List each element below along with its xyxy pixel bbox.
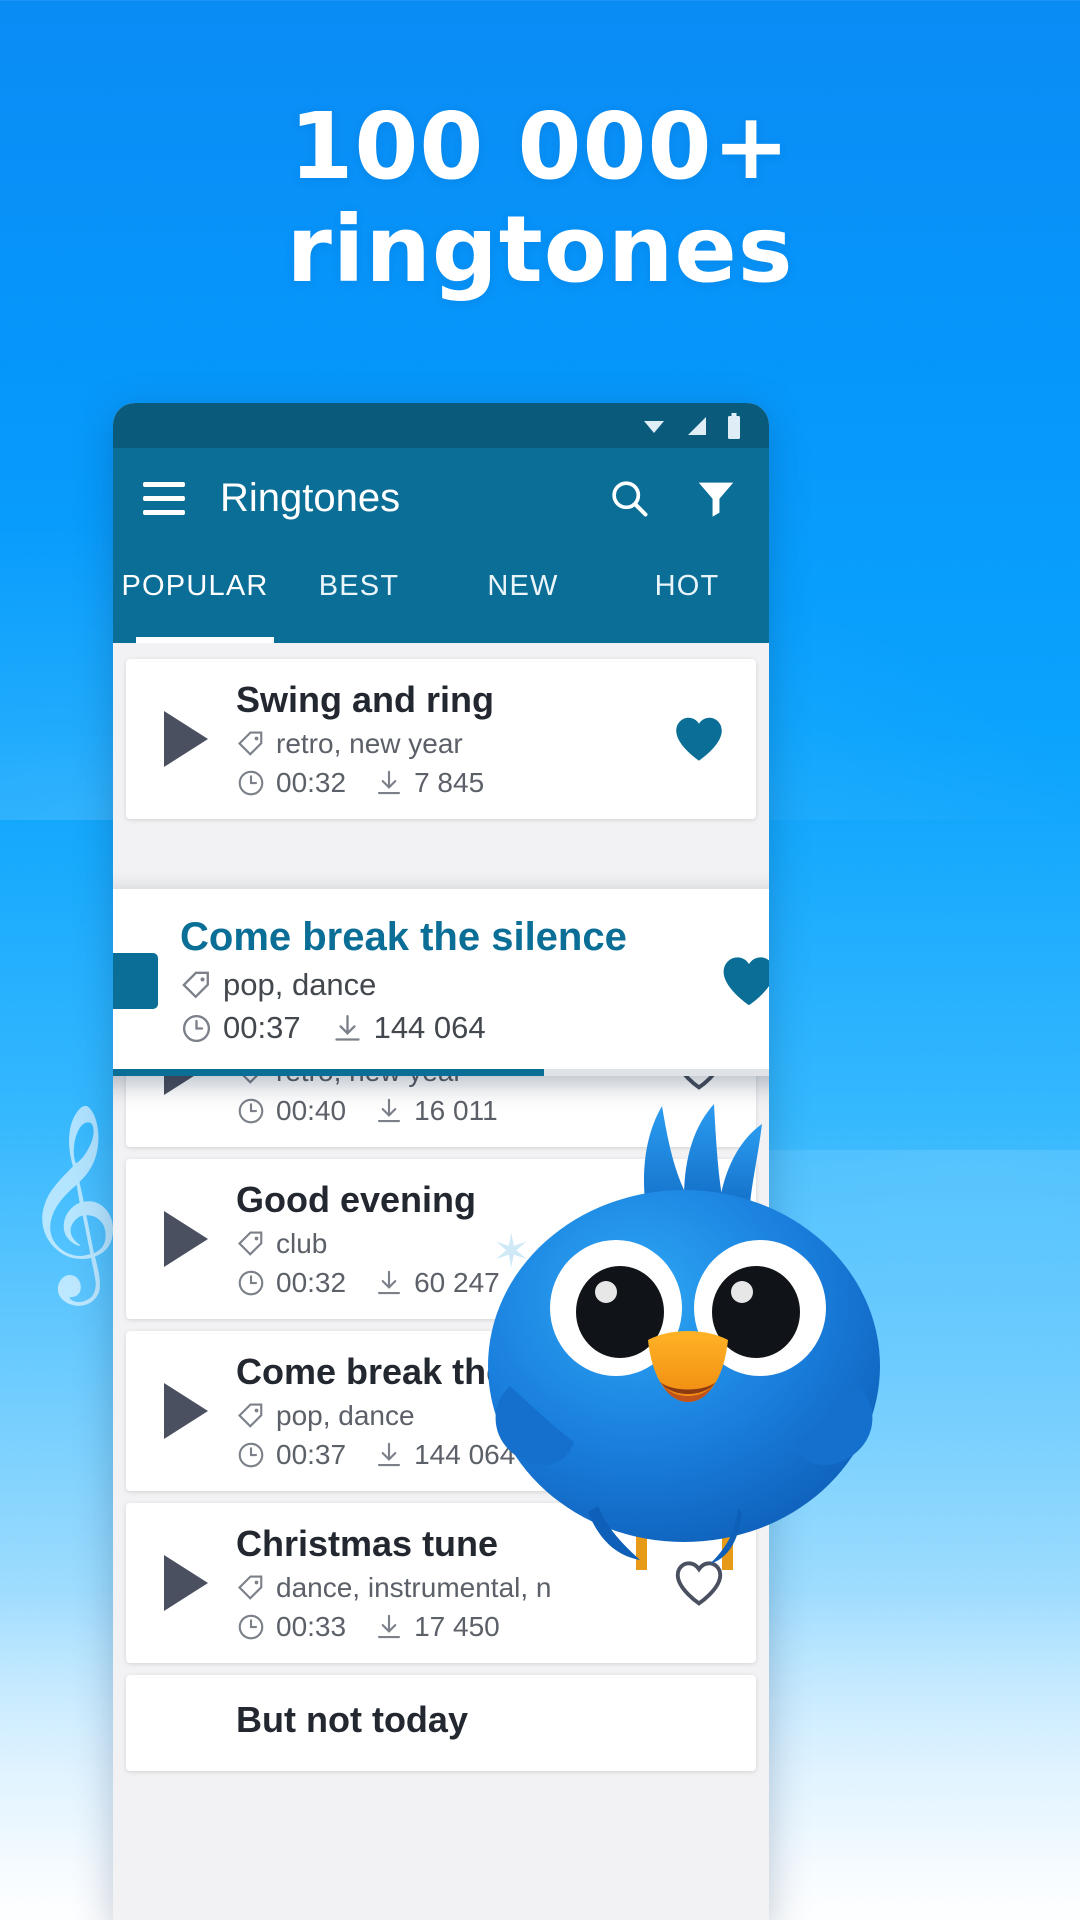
play-icon[interactable] bbox=[148, 1211, 224, 1267]
ringtone-duration: 00:32 bbox=[276, 1267, 347, 1298]
stop-icon[interactable] bbox=[113, 952, 168, 1009]
clock-icon bbox=[238, 1098, 264, 1124]
download-icon bbox=[378, 1270, 401, 1295]
ringtone-tags: dance, instrumental, n bbox=[276, 1572, 552, 1603]
featured-duration: 00:37 bbox=[223, 1010, 301, 1045]
heart-filled-icon[interactable] bbox=[664, 715, 734, 763]
tab-bar: POPULAR BEST NEW HOT bbox=[113, 548, 769, 643]
hamburger-menu-icon[interactable] bbox=[143, 481, 185, 515]
download-icon bbox=[378, 770, 401, 795]
signal-icon bbox=[688, 416, 706, 435]
tag-icon bbox=[182, 971, 209, 998]
clock-icon bbox=[238, 770, 264, 796]
download-icon bbox=[334, 1014, 360, 1041]
clock-icon bbox=[238, 1270, 264, 1296]
tab-new[interactable]: NEW bbox=[441, 548, 605, 603]
blue-bird-mascot bbox=[488, 1104, 880, 1570]
featured-stats-row: 00:37 144 064 bbox=[180, 1010, 714, 1046]
featured-title: Come break the silence bbox=[180, 915, 627, 959]
tab-best[interactable]: BEST bbox=[277, 548, 441, 603]
play-icon[interactable] bbox=[148, 1555, 224, 1611]
table-row[interactable]: Swing and ring retro, new year 00:32 7 8… bbox=[126, 659, 756, 819]
tags-row: dance, instrumental, n bbox=[236, 1572, 664, 1604]
tab-hot[interactable]: HOT bbox=[605, 548, 769, 603]
app-bar-actions bbox=[607, 475, 739, 521]
page-title: 100 000+ ringtones bbox=[0, 95, 1080, 301]
ringtone-duration: 00:40 bbox=[276, 1095, 347, 1126]
ringtone-duration: 00:33 bbox=[276, 1611, 347, 1642]
search-icon[interactable] bbox=[607, 476, 651, 520]
ringtone-tags: pop, dance bbox=[276, 1400, 415, 1431]
active-tab-indicator bbox=[135, 637, 274, 643]
headline-line-1: 100 000+ bbox=[289, 93, 791, 200]
ringtone-title: But not today bbox=[236, 1699, 468, 1740]
featured-tags-row: pop, dance bbox=[180, 967, 714, 1003]
clock-icon bbox=[182, 1014, 211, 1042]
clock-icon bbox=[238, 1614, 264, 1640]
row-info: But not today bbox=[224, 1699, 734, 1747]
treble-clef-watermark: 𝄞 bbox=[22, 1101, 122, 1297]
tag-icon bbox=[237, 731, 263, 756]
tag-icon bbox=[237, 1403, 263, 1428]
tag-icon bbox=[237, 1231, 263, 1256]
ringtone-tags: club bbox=[276, 1228, 328, 1259]
tab-popular[interactable]: POPULAR bbox=[113, 548, 277, 603]
featured-info: Come break the silence pop, dance 00:37 … bbox=[168, 915, 714, 1046]
now-playing-card[interactable]: Come break the silence pop, dance 00:37 … bbox=[113, 889, 769, 1076]
featured-tags: pop, dance bbox=[223, 967, 377, 1002]
ringtone-tags: retro, new year bbox=[276, 728, 463, 759]
clock-icon bbox=[238, 1442, 264, 1468]
status-bar bbox=[113, 403, 769, 448]
ringtone-duration: 00:37 bbox=[276, 1439, 347, 1470]
download-icon bbox=[378, 1442, 401, 1467]
download-icon bbox=[378, 1614, 401, 1639]
wifi-icon bbox=[644, 420, 664, 433]
table-row[interactable]: But not today bbox=[126, 1675, 756, 1771]
download-icon bbox=[378, 1098, 401, 1123]
app-bar: Ringtones bbox=[113, 448, 769, 548]
playback-progress-bar[interactable] bbox=[113, 1069, 769, 1076]
ringtone-downloads: 7 845 bbox=[414, 767, 485, 798]
tag-icon bbox=[237, 1575, 263, 1600]
stats-row: 00:32 7 845 bbox=[236, 767, 664, 799]
ringtone-duration: 00:32 bbox=[276, 767, 347, 798]
ringtone-title: Swing and ring bbox=[236, 679, 494, 720]
battery-icon bbox=[728, 412, 740, 439]
heart-filled-icon[interactable] bbox=[714, 954, 769, 1008]
play-icon[interactable] bbox=[148, 1383, 224, 1439]
tags-row: retro, new year bbox=[236, 728, 664, 760]
play-icon[interactable] bbox=[148, 711, 224, 767]
row-info: Swing and ring retro, new year 00:32 7 8… bbox=[224, 679, 664, 799]
stats-row: 00:33 17 450 bbox=[236, 1611, 664, 1643]
filter-icon[interactable] bbox=[693, 475, 739, 521]
ringtone-downloads: 17 450 bbox=[414, 1611, 500, 1642]
headline-line-2: ringtones bbox=[286, 196, 794, 304]
featured-downloads: 144 064 bbox=[373, 1010, 486, 1045]
app-bar-title: Ringtones bbox=[220, 475, 401, 520]
